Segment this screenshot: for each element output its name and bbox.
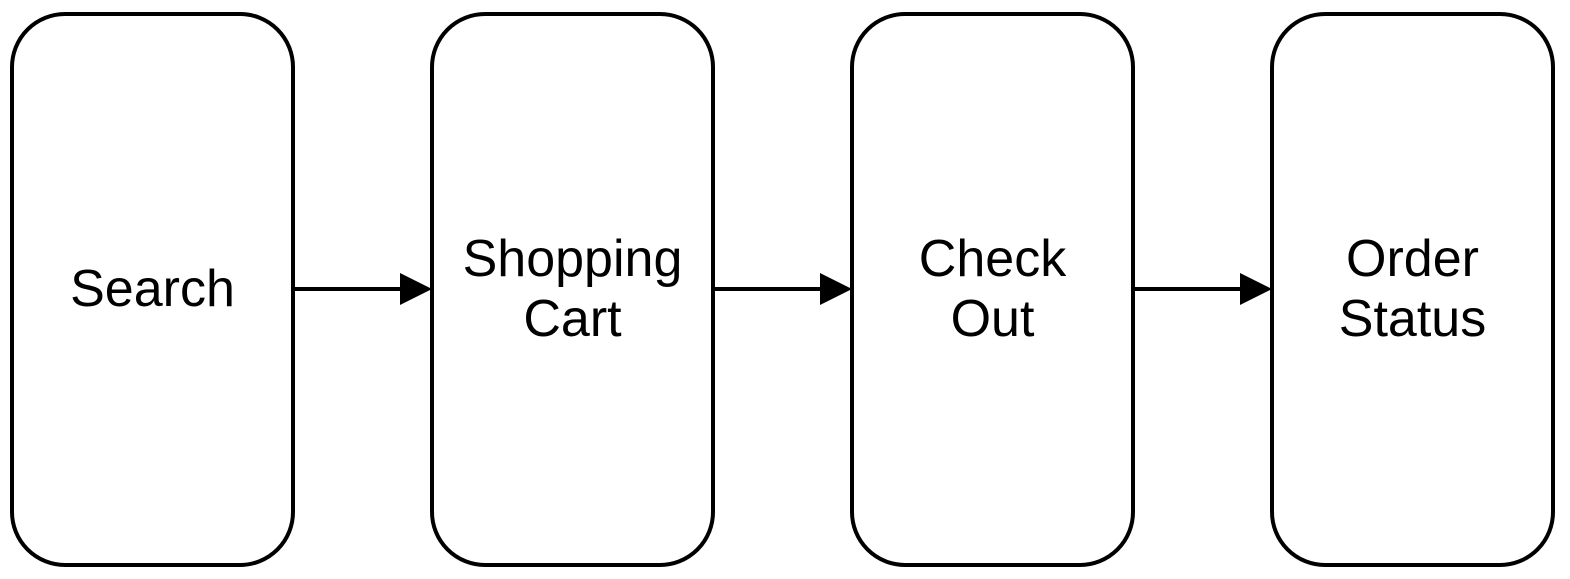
flow-node-search: Search	[10, 12, 295, 567]
flow-node-label: ShoppingCart	[463, 230, 683, 350]
flow-node-check-out: CheckOut	[850, 12, 1135, 567]
flow-diagram: Search ShoppingCart CheckOut OrderStatus	[0, 0, 1570, 579]
flow-node-order-status: OrderStatus	[1270, 12, 1555, 567]
flow-node-label: CheckOut	[919, 230, 1066, 350]
flow-node-label: OrderStatus	[1339, 230, 1486, 350]
flow-node-shopping-cart: ShoppingCart	[430, 12, 715, 567]
flow-node-label: Search	[70, 260, 235, 320]
